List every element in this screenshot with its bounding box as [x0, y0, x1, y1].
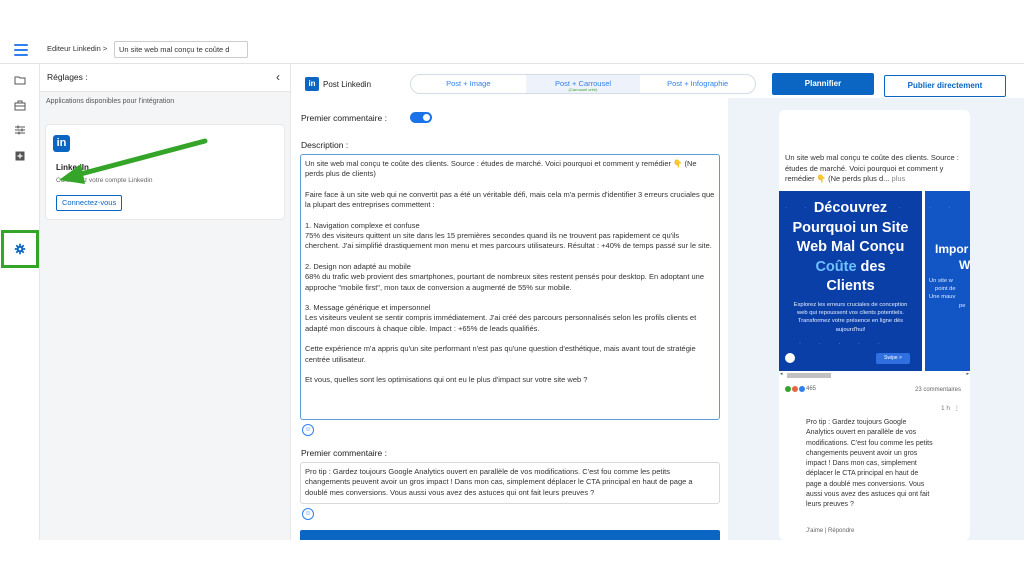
like-reaction-icon — [785, 386, 791, 392]
integration-name: LinkedIn — [56, 163, 89, 172]
submit-button[interactable] — [300, 530, 720, 540]
first-comment-toggle-label: Premier commentaire : — [301, 113, 387, 123]
connect-button[interactable]: Connectez-vous — [56, 195, 123, 211]
comments-count[interactable]: 23 commentaires — [915, 387, 961, 393]
settings-title: Réglages : — [47, 72, 88, 82]
linkedin-integration-card: in LinkedIn Connectez votre compte Linke… — [45, 124, 285, 220]
document-title-input[interactable]: Un site web mal conçu te coûte d — [114, 41, 248, 58]
description-paragraph: 2. Design non adapté au mobile 68% du tr… — [305, 261, 704, 292]
top-bar: Editeur Linkedin > Un site web mal conçu… — [0, 38, 1024, 64]
collapse-chevron-icon[interactable]: ‹ — [276, 70, 280, 84]
tab-post-carrousel[interactable]: Post + Carrousel (Carrousel créé) — [525, 75, 641, 93]
reactions-count: 465 — [806, 386, 817, 392]
reactions[interactable]: 465 — [785, 386, 816, 392]
see-more-link[interactable]: plus — [891, 174, 905, 183]
carousel-scrollbar[interactable]: ◂ ▸ — [779, 371, 970, 379]
post-type-text: Post Linkedin — [323, 79, 372, 89]
scrollbar-thumb[interactable] — [787, 373, 831, 378]
celebrate-reaction-icon — [792, 386, 798, 392]
description-paragraph: Faire face à un site web qui ne converti… — [305, 189, 715, 210]
settings-panel: Réglages : ‹ Applications disponibles po… — [40, 64, 290, 540]
scroll-left-icon[interactable]: ◂ — [780, 371, 783, 377]
carousel-slide-1[interactable]: · · · · Découvrez Pourquoi un Site Web M… — [779, 191, 922, 371]
preview-comment-text: Pro tip : Gardez toujours Google Analyti… — [806, 419, 933, 509]
first-comment-label: Premier commentaire : — [301, 448, 387, 458]
integration-description: Connectez votre compte Linkedin — [56, 177, 153, 184]
support-reaction-icon — [799, 386, 805, 392]
dots-decoration-icon: · · · · · — [799, 341, 888, 347]
comment-time: 1 h ⋮ — [941, 405, 961, 412]
tab-post-infographie[interactable]: Post + Infographie — [640, 75, 755, 93]
publish-button[interactable]: Publier directement — [884, 75, 1006, 97]
slide-avatar-icon — [785, 353, 795, 363]
linkedin-logo-icon: in — [53, 135, 70, 152]
slide-title: Impor W — [935, 242, 970, 272]
schedule-button[interactable]: Plannifier — [772, 73, 874, 95]
tab-status: (Carrousel créé) — [568, 87, 598, 92]
slide-title: Découvrez Pourquoi un Site Web Mal Conçu… — [792, 200, 909, 294]
description-paragraph: Et vous, quelles sont les optimisations … — [305, 375, 588, 385]
emoji-picker-icon[interactable]: ☺ — [302, 508, 314, 520]
sidebar-rail — [0, 64, 40, 540]
plus-square-icon[interactable] — [14, 150, 26, 162]
gear-icon — [14, 243, 26, 255]
post-format-tabs: Post + Image Post + Carrousel (Carrousel … — [410, 74, 756, 94]
linkedin-logo-icon: in — [305, 77, 319, 91]
swipe-button[interactable]: Swipe > — [876, 353, 910, 364]
briefcase-icon[interactable] — [14, 99, 26, 111]
description-paragraph: Cette expérience m'a appris qu'un site p… — [305, 344, 696, 364]
settings-nav-item[interactable] — [1, 230, 39, 268]
settings-header: Réglages : ‹ — [40, 64, 290, 92]
description-paragraph: Un site web mal conçu te coûte des clien… — [305, 159, 697, 179]
menu-icon[interactable] — [14, 44, 28, 56]
sliders-icon[interactable] — [14, 124, 26, 136]
slide-description: Un site w point de Une mauv pe — [929, 278, 966, 309]
first-comment-textarea[interactable]: Pro tip : Gardez toujours Google Analyti… — [300, 462, 720, 504]
description-textarea[interactable]: Un site web mal conçu te coûte des clien… — [300, 154, 720, 420]
description-paragraph: 1. Navigation complexe et confuse 75% de… — [305, 220, 712, 251]
breadcrumb[interactable]: Editeur Linkedin > — [47, 44, 107, 53]
comment-actions[interactable]: J'aime | Répondre — [806, 528, 854, 534]
description-label: Description : — [301, 140, 349, 150]
tab-post-image[interactable]: Post + Image — [411, 75, 526, 93]
carousel-slide-2[interactable]: · · Impor W Un site w point de Une mauv … — [925, 191, 970, 371]
post-type-label: in Post Linkedin — [305, 76, 371, 92]
description-paragraph: 3. Message générique et impersonnel Les … — [305, 303, 697, 333]
folder-icon[interactable] — [14, 74, 26, 86]
scroll-right-icon[interactable]: ▸ — [966, 371, 969, 377]
integrations-subtitle: Applications disponibles pour l'intégrat… — [46, 98, 175, 105]
preview-post-text: Un site web mal conçu te coûte des clien… — [785, 153, 959, 183]
first-comment-toggle[interactable] — [410, 112, 432, 123]
emoji-picker-icon[interactable]: ☺ — [302, 424, 314, 436]
slide-description: Explorez les erreurs cruciales de concep… — [793, 302, 908, 333]
dots-decoration-icon: · · — [929, 205, 959, 211]
comment-menu-icon[interactable]: ⋮ — [954, 405, 961, 412]
